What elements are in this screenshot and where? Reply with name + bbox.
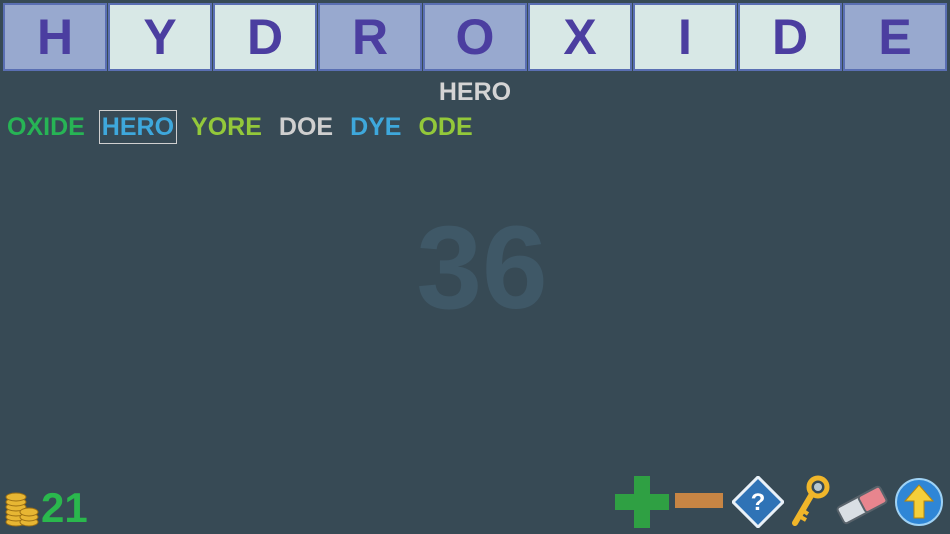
letter-tiles: HYDROXIDE (3, 3, 947, 71)
letter-tile[interactable]: X (528, 3, 632, 71)
found-word[interactable]: DOE (276, 110, 336, 144)
coin-score: 21 (41, 484, 88, 531)
svg-text:?: ? (751, 489, 766, 516)
letter-tile[interactable]: H (3, 3, 107, 71)
question-diamond-icon[interactable]: ? (732, 476, 784, 528)
found-word[interactable]: HERO (98, 110, 178, 144)
found-word[interactable]: YORE (188, 110, 265, 144)
up-arrow-icon[interactable] (894, 477, 944, 527)
key-icon[interactable] (786, 475, 830, 530)
current-word: HERO (438, 78, 512, 106)
coin-counter: 21 (5, 486, 88, 530)
letter-tile[interactable]: I (633, 3, 737, 71)
letter-tile[interactable]: E (843, 3, 947, 71)
found-words-list: OXIDE HERO YORE DOE DYE ODE (4, 110, 487, 144)
eraser-icon[interactable] (834, 484, 890, 526)
plus-icon[interactable] (615, 476, 669, 528)
minus-icon[interactable] (675, 491, 725, 511)
letter-tile[interactable]: D (738, 3, 842, 71)
letter-tile[interactable]: R (318, 3, 422, 71)
letter-tile[interactable]: O (423, 3, 527, 71)
found-word[interactable]: ODE (415, 110, 475, 144)
coins-icon (5, 492, 39, 527)
found-word[interactable]: OXIDE (4, 110, 88, 144)
found-word[interactable]: DYE (347, 110, 404, 144)
letter-tile[interactable]: D (213, 3, 317, 71)
letter-tile[interactable]: Y (108, 3, 212, 71)
remaining-count: 36 (416, 202, 548, 334)
